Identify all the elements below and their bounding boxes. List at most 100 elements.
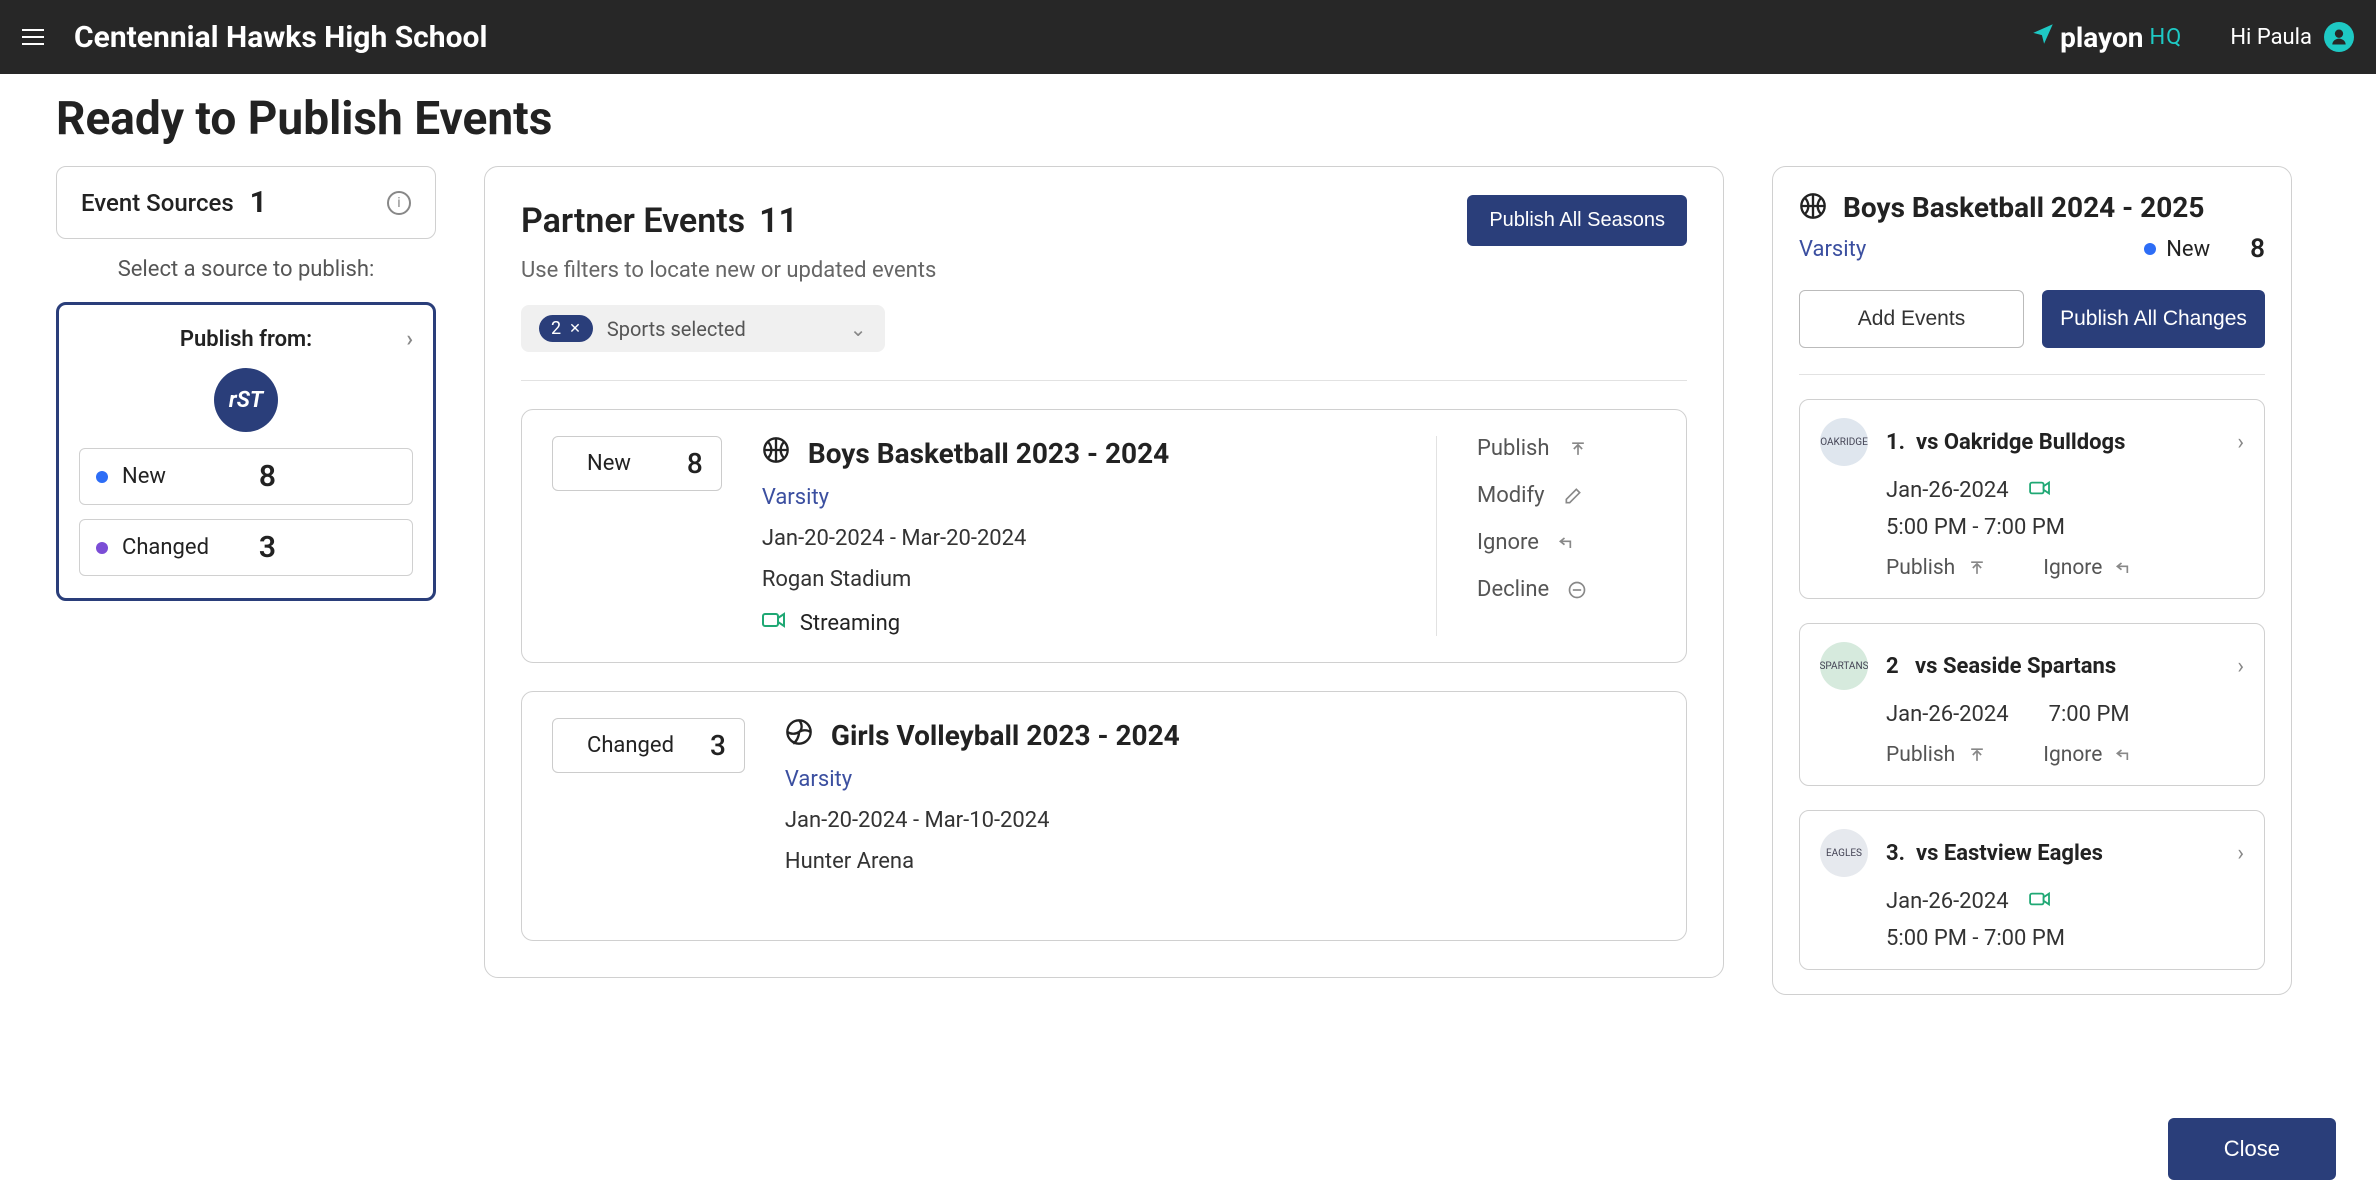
footer: Close	[2168, 1118, 2336, 1180]
upload-icon	[1967, 745, 1987, 765]
game-number: 1.	[1886, 430, 1905, 455]
publish-action[interactable]: Publish	[1477, 436, 1656, 461]
game-date: Jan-26-2024	[1886, 702, 2009, 727]
partner-events-count: 11	[759, 201, 798, 241]
filter-badge[interactable]: 2 ✕	[539, 315, 593, 342]
game-number: 2	[1886, 654, 1899, 679]
decline-action[interactable]: Decline	[1477, 577, 1656, 602]
event-title: Girls Volleyball 2023 - 2024	[831, 719, 1180, 752]
game-time: 5:00 PM - 7:00 PM	[1886, 926, 2065, 951]
basketball-icon	[1799, 192, 1827, 224]
info-icon[interactable]: i	[387, 191, 411, 215]
camera-icon	[762, 610, 786, 636]
top-bar: Centennial Hawks High School playonHQ Hi…	[0, 0, 2376, 74]
brand-main: playon	[2060, 21, 2143, 54]
game-opponent: vs Oakridge Bulldogs	[1916, 430, 2125, 455]
partner-events-panel: Partner Events 11 Publish All Seasons Us…	[484, 166, 1724, 978]
volleyball-icon	[785, 718, 813, 753]
ignore-action[interactable]: Ignore	[1477, 530, 1656, 555]
dot-changed-icon	[96, 542, 108, 554]
status-label: Changed	[587, 733, 674, 758]
event-title: Boys Basketball 2023 - 2024	[808, 437, 1169, 470]
publish-from-label: Publish from:	[180, 327, 312, 352]
game-publish-action[interactable]: Publish	[1886, 743, 1987, 767]
game-time: 5:00 PM - 7:00 PM	[1886, 515, 2065, 540]
status-count: 3	[710, 729, 726, 762]
changed-label: Changed	[122, 535, 209, 560]
return-icon	[1557, 533, 1577, 553]
changed-stat-row[interactable]: Changed 3	[79, 519, 413, 576]
brand-logo[interactable]: playonHQ	[2030, 21, 2182, 54]
chevron-right-icon: ›	[2237, 430, 2244, 455]
season-status-label: New	[2166, 237, 2210, 262]
publish-all-changes-button[interactable]: Publish All Changes	[2042, 290, 2265, 348]
dot-new-icon	[2144, 243, 2156, 255]
clear-filter-icon[interactable]: ✕	[569, 321, 581, 337]
season-count: 8	[2250, 234, 2265, 264]
season-title: Boys Basketball 2024 - 2025	[1843, 191, 2204, 224]
opponent-badge: EAGLES	[1820, 829, 1868, 877]
publish-all-seasons-button[interactable]: Publish All Seasons	[1467, 195, 1687, 246]
camera-icon	[2029, 889, 2051, 914]
upload-icon	[1568, 439, 1588, 459]
brand-suffix: HQ	[2149, 25, 2182, 50]
event-level[interactable]: Varsity	[762, 485, 1396, 510]
event-dates: Jan-20-2024 - Mar-20-2024	[762, 526, 1396, 551]
game-card[interactable]: OAKRIDGE 1. vs Oakridge Bulldogs › Jan-2…	[1799, 399, 2265, 599]
add-events-button[interactable]: Add Events	[1799, 290, 2024, 348]
game-card[interactable]: SPARTANS 2 vs Seaside Spartans › Jan-26-…	[1799, 623, 2265, 786]
event-card: Changed 3 Girls Volleyball 2023 - 2024 V…	[521, 691, 1687, 941]
game-publish-action[interactable]: Publish	[1886, 556, 1987, 580]
game-ignore-action[interactable]: Ignore	[2043, 556, 2134, 580]
source-instruction: Select a source to publish:	[56, 257, 436, 282]
modify-action[interactable]: Modify	[1477, 483, 1656, 508]
game-number: 3.	[1886, 841, 1905, 866]
menu-icon[interactable]	[22, 23, 50, 51]
new-stat-row[interactable]: New 8	[79, 448, 413, 505]
divider	[521, 380, 1687, 381]
event-level[interactable]: Varsity	[785, 767, 1656, 792]
source-selector[interactable]: Publish from: › rST New 8 Changed 3	[56, 302, 436, 601]
game-ignore-action[interactable]: Ignore	[2043, 743, 2134, 767]
event-status-badge: New 8	[552, 436, 722, 491]
partner-events-title: Partner Events	[521, 201, 745, 241]
event-sources-card[interactable]: Event Sources 1 i	[56, 166, 436, 239]
event-status-badge: Changed 3	[552, 718, 745, 773]
basketball-icon	[762, 436, 790, 471]
close-button[interactable]: Close	[2168, 1118, 2336, 1180]
game-time: 7:00 PM	[2049, 702, 2130, 727]
season-level[interactable]: Varsity	[1799, 237, 1866, 262]
game-card[interactable]: EAGLES 3. vs Eastview Eagles › Jan-26-20…	[1799, 810, 2265, 970]
game-opponent: vs Eastview Eagles	[1916, 841, 2103, 866]
event-dates: Jan-20-2024 - Mar-10-2024	[785, 808, 1656, 833]
filter-instruction: Use filters to locate new or updated eve…	[521, 258, 1687, 283]
chevron-right-icon: ›	[2237, 841, 2244, 866]
season-detail-panel: Boys Basketball 2024 - 2025 Varsity New …	[1772, 166, 2292, 995]
avatar-icon	[2324, 22, 2354, 52]
brand-arrow-icon	[2030, 21, 2056, 53]
filter-label: Sports selected	[607, 317, 746, 341]
event-venue: Rogan Stadium	[762, 567, 1396, 592]
return-icon	[2114, 745, 2134, 765]
filter-badge-count: 2	[551, 318, 561, 339]
greeting: Hi Paula	[2230, 25, 2312, 50]
event-sources-label: Event Sources	[81, 189, 234, 217]
sports-filter-dropdown[interactable]: 2 ✕ Sports selected ⌄	[521, 305, 885, 352]
edit-icon	[1563, 486, 1583, 506]
source-logo: rST	[214, 368, 278, 432]
page-title: Ready to Publish Events	[56, 92, 2320, 146]
event-venue: Hunter Arena	[785, 849, 1656, 874]
event-sources-count: 1	[250, 185, 267, 220]
changed-count: 3	[259, 530, 276, 565]
status-label: New	[587, 451, 631, 476]
streaming-label: Streaming	[800, 611, 900, 636]
camera-icon	[2029, 478, 2051, 503]
chevron-right-icon: ›	[406, 327, 413, 352]
upload-icon	[1967, 558, 1987, 578]
divider	[1799, 374, 2265, 375]
chevron-right-icon: ›	[2237, 654, 2244, 679]
opponent-badge: OAKRIDGE	[1820, 418, 1868, 466]
user-area[interactable]: Hi Paula	[2230, 22, 2354, 52]
return-icon	[2114, 558, 2134, 578]
game-date: Jan-26-2024	[1886, 478, 2009, 503]
